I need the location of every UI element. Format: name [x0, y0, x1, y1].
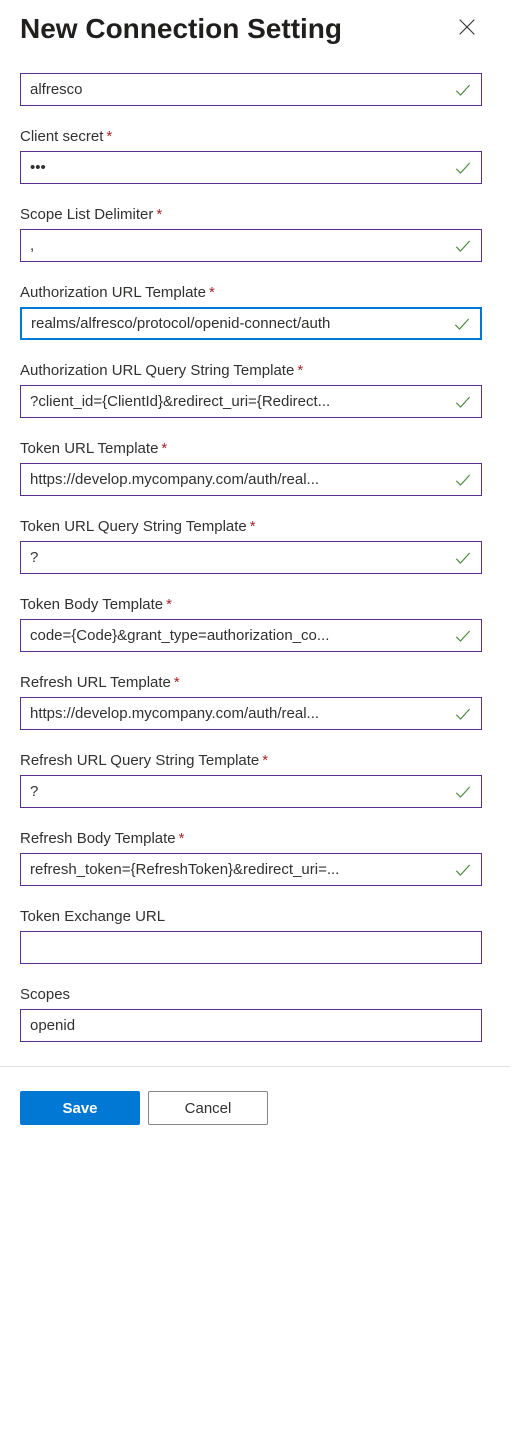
- refresh-body-template-label: Refresh Body Template*: [20, 830, 482, 847]
- auth-url-template-field: Authorization URL Template*: [20, 284, 482, 340]
- connection-setting-panel: New Connection Setting Client secret* S: [0, 0, 502, 1149]
- refresh-url-query-template-field: Refresh URL Query String Template*: [20, 752, 482, 808]
- client-secret-input-wrapper: [20, 151, 482, 184]
- scope-list-delimiter-field: Scope List Delimiter*: [20, 206, 482, 262]
- token-body-template-input[interactable]: [21, 620, 481, 651]
- scope-list-delimiter-input-wrapper: [20, 229, 482, 262]
- required-indicator: *: [161, 440, 167, 457]
- token-body-template-field: Token Body Template*: [20, 596, 482, 652]
- auth-url-query-template-input[interactable]: [21, 386, 481, 417]
- token-exchange-url-input[interactable]: [21, 932, 481, 963]
- scopes-input[interactable]: [21, 1010, 481, 1041]
- refresh-url-query-template-input[interactable]: [21, 776, 481, 807]
- refresh-body-template-input-wrapper: [20, 853, 482, 886]
- required-indicator: *: [179, 830, 185, 847]
- token-url-query-template-input-wrapper: [20, 541, 482, 574]
- close-icon: [456, 16, 478, 41]
- refresh-url-template-input[interactable]: [21, 698, 481, 729]
- close-button[interactable]: [452, 12, 482, 45]
- panel-footer: Save Cancel: [20, 1067, 482, 1149]
- save-button[interactable]: Save: [20, 1091, 140, 1125]
- token-url-query-template-input[interactable]: [21, 542, 481, 573]
- token-exchange-url-label: Token Exchange URL: [20, 908, 482, 925]
- client-id-field: [20, 73, 482, 106]
- scope-list-delimiter-input[interactable]: [21, 230, 481, 261]
- client-id-input[interactable]: [21, 74, 481, 105]
- client-id-input-wrapper: [20, 73, 482, 106]
- required-indicator: *: [106, 128, 112, 145]
- required-indicator: *: [209, 284, 215, 301]
- auth-url-template-input-wrapper: [20, 307, 482, 340]
- refresh-url-query-template-input-wrapper: [20, 775, 482, 808]
- refresh-url-template-input-wrapper: [20, 697, 482, 730]
- required-indicator: *: [250, 518, 256, 535]
- scope-list-delimiter-label: Scope List Delimiter*: [20, 206, 482, 223]
- token-url-query-template-field: Token URL Query String Template*: [20, 518, 482, 574]
- auth-url-template-label: Authorization URL Template*: [20, 284, 482, 301]
- auth-url-query-template-label: Authorization URL Query String Template*: [20, 362, 482, 379]
- panel-header: New Connection Setting: [20, 12, 482, 45]
- required-indicator: *: [297, 362, 303, 379]
- auth-url-query-template-input-wrapper: [20, 385, 482, 418]
- token-exchange-url-field: Token Exchange URL: [20, 908, 482, 964]
- required-indicator: *: [156, 206, 162, 223]
- scopes-label: Scopes: [20, 986, 482, 1003]
- scopes-input-wrapper: [20, 1009, 482, 1042]
- scopes-field: Scopes: [20, 986, 482, 1042]
- panel-title: New Connection Setting: [20, 13, 342, 45]
- refresh-url-query-template-label: Refresh URL Query String Template*: [20, 752, 482, 769]
- token-url-template-input[interactable]: [21, 464, 481, 495]
- token-body-template-label: Token Body Template*: [20, 596, 482, 613]
- token-url-template-field: Token URL Template*: [20, 440, 482, 496]
- refresh-body-template-field: Refresh Body Template*: [20, 830, 482, 886]
- auth-url-template-input[interactable]: [22, 309, 480, 338]
- client-secret-input[interactable]: [21, 152, 481, 183]
- refresh-url-template-label: Refresh URL Template*: [20, 674, 482, 691]
- token-url-template-label: Token URL Template*: [20, 440, 482, 457]
- token-exchange-url-input-wrapper: [20, 931, 482, 964]
- refresh-url-template-field: Refresh URL Template*: [20, 674, 482, 730]
- token-body-template-input-wrapper: [20, 619, 482, 652]
- client-secret-label: Client secret*: [20, 128, 482, 145]
- required-indicator: *: [174, 674, 180, 691]
- required-indicator: *: [166, 596, 172, 613]
- required-indicator: *: [262, 752, 268, 769]
- cancel-button[interactable]: Cancel: [148, 1091, 268, 1125]
- token-url-query-template-label: Token URL Query String Template*: [20, 518, 482, 535]
- auth-url-query-template-field: Authorization URL Query String Template*: [20, 362, 482, 418]
- refresh-body-template-input[interactable]: [21, 854, 481, 885]
- client-secret-field: Client secret*: [20, 128, 482, 184]
- token-url-template-input-wrapper: [20, 463, 482, 496]
